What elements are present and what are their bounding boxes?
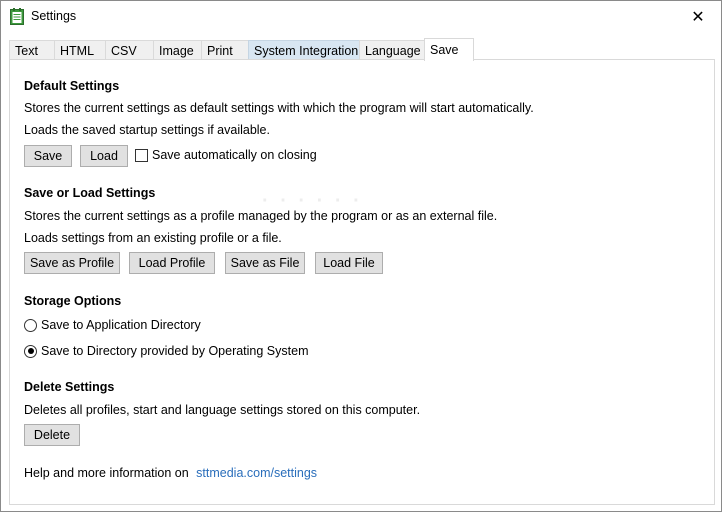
tab-csv[interactable]: CSV xyxy=(105,40,154,61)
window-title: Settings xyxy=(31,9,77,23)
radio-os-directory[interactable]: Save to Directory provided by Operating … xyxy=(24,344,308,358)
notepad-icon xyxy=(10,8,24,25)
title-bar[interactable]: Settings ✕ xyxy=(1,1,721,32)
default-settings-desc-2: Loads the saved startup settings if avai… xyxy=(24,123,270,137)
load-file-button[interactable]: Load File xyxy=(315,252,383,274)
save-default-button[interactable]: Save xyxy=(24,145,72,167)
help-line: Help and more information on sttmedia.co… xyxy=(24,466,317,480)
save-load-desc-2: Loads settings from an existing profile … xyxy=(24,231,282,245)
close-icon: ✕ xyxy=(691,8,705,26)
help-link[interactable]: sttmedia.com/settings xyxy=(196,466,317,480)
delete-button[interactable]: Delete xyxy=(24,424,80,446)
settings-window: Settings ✕ Text HTML CSV Image Print Sys… xyxy=(0,0,722,512)
tab-language[interactable]: Language xyxy=(359,40,425,61)
auto-save-label: Save automatically on closing xyxy=(152,148,317,162)
radio-os-directory-label: Save to Directory provided by Operating … xyxy=(41,344,309,358)
tab-save[interactable]: Save xyxy=(424,38,474,61)
default-settings-desc-1: Stores the current settings as default s… xyxy=(24,101,534,115)
tab-system-integration[interactable]: System Integration xyxy=(248,40,360,61)
help-text: Help and more information on xyxy=(24,466,189,480)
tab-text[interactable]: Text xyxy=(9,40,55,61)
tab-html[interactable]: HTML xyxy=(54,40,106,61)
radio-circle[interactable] xyxy=(24,344,37,358)
radio-app-directory[interactable]: Save to Application Directory xyxy=(24,318,201,332)
close-button[interactable]: ✕ xyxy=(675,1,721,32)
load-profile-button[interactable]: Load Profile xyxy=(129,252,215,274)
tab-strip: Text HTML CSV Image Print System Integra… xyxy=(9,38,715,61)
delete-settings-desc: Deletes all profiles, start and language… xyxy=(24,403,421,417)
default-settings-title: Default Settings xyxy=(24,79,120,93)
auto-save-checkbox[interactable]: Save automatically on closing xyxy=(135,148,317,162)
load-default-button[interactable]: Load xyxy=(80,145,128,167)
save-as-file-button[interactable]: Save as File xyxy=(225,252,305,274)
save-load-title: Save or Load Settings xyxy=(24,186,156,200)
save-as-profile-button[interactable]: Save as Profile xyxy=(24,252,120,274)
save-load-desc-1: Stores the current settings as a profile… xyxy=(24,209,498,223)
radio-circle[interactable] xyxy=(24,318,37,332)
delete-settings-title: Delete Settings xyxy=(24,380,115,394)
storage-options-title: Storage Options xyxy=(24,294,122,308)
save-panel: · · · · · · Default Settings Stores the … xyxy=(9,59,715,505)
tab-print[interactable]: Print xyxy=(201,40,249,61)
tab-image[interactable]: Image xyxy=(153,40,202,61)
checkbox-box[interactable] xyxy=(135,148,148,162)
radio-app-directory-label: Save to Application Directory xyxy=(41,318,201,332)
